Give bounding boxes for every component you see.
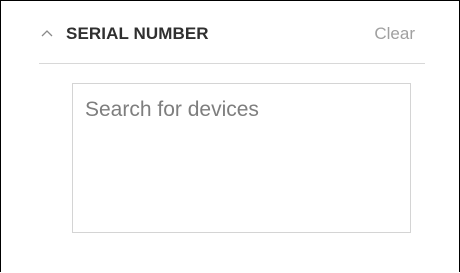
search-input[interactable] <box>72 83 411 233</box>
clear-button[interactable]: Clear <box>374 24 415 44</box>
chevron-up-icon[interactable] <box>39 26 55 42</box>
filter-title: SERIAL NUMBER <box>66 24 209 43</box>
serial-number-filter-panel: SERIAL NUMBER Clear <box>0 0 460 272</box>
filter-header: SERIAL NUMBER Clear <box>39 21 425 64</box>
